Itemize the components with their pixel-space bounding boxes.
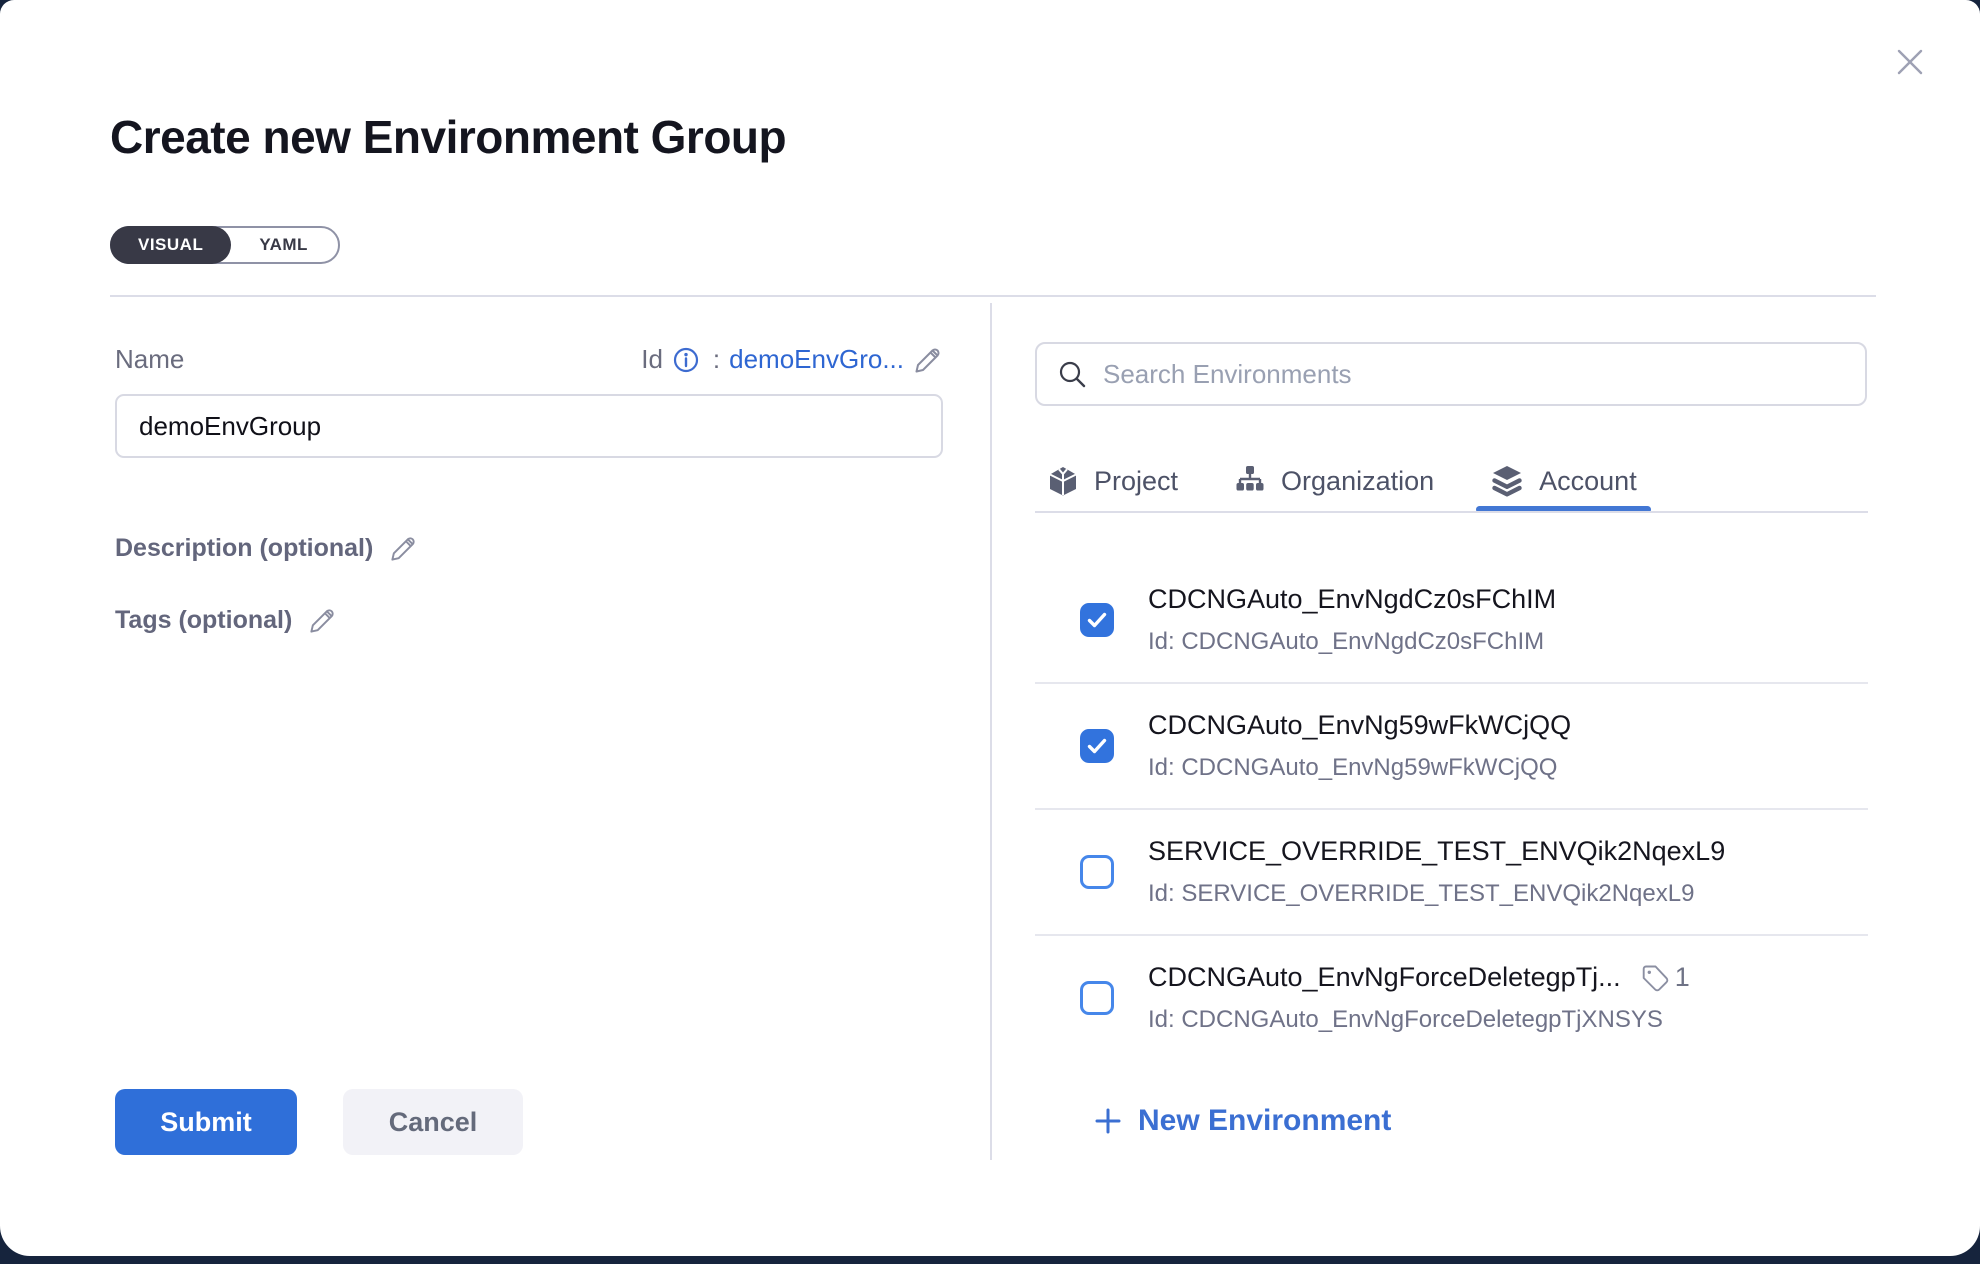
tab-organization-label: Organization — [1281, 466, 1434, 497]
panel-divider — [990, 303, 992, 1160]
name-label: Name — [115, 344, 184, 375]
environment-checkbox[interactable] — [1080, 981, 1114, 1015]
tags-section: Tags (optional) — [115, 606, 337, 635]
layers-icon — [1490, 464, 1524, 498]
tags-label: Tags (optional) — [115, 606, 292, 635]
tag-count: 1 — [1675, 962, 1690, 993]
close-button[interactable] — [1886, 38, 1934, 86]
environment-id: Id: CDCNGAuto_EnvNgForceDeletegpTjXNSYS — [1148, 1006, 1690, 1034]
environment-id: Id: CDCNGAuto_EnvNg59wFkWCjQQ — [1148, 754, 1571, 782]
environment-list: CDCNGAuto_EnvNgdCz0sFChIM Id: CDCNGAuto_… — [1035, 514, 1868, 1048]
environment-search — [1035, 342, 1867, 406]
environment-name: CDCNGAuto_EnvNgForceDeletegpTj... — [1148, 962, 1621, 993]
environment-info: CDCNGAuto_EnvNgForceDeletegpTj... 1 Id: … — [1148, 962, 1690, 1034]
yaml-tab[interactable]: YAML — [229, 228, 338, 262]
tag-count-badge: 1 — [1641, 962, 1690, 993]
id-label: Id — [641, 344, 663, 375]
tab-account[interactable]: Account — [1490, 448, 1637, 514]
tab-project[interactable]: Project — [1047, 448, 1178, 514]
info-icon[interactable] — [672, 346, 700, 374]
new-environment-button[interactable]: New Environment — [1093, 1104, 1391, 1138]
environment-name: CDCNGAuto_EnvNgdCz0sFChIM — [1148, 584, 1556, 615]
environment-info: SERVICE_OVERRIDE_TEST_ENVQik2NqexL9 Id: … — [1148, 836, 1725, 908]
submit-button[interactable]: Submit — [115, 1089, 297, 1155]
page-title: Create new Environment Group — [110, 110, 786, 164]
header-divider — [110, 295, 1876, 297]
environment-row[interactable]: CDCNGAuto_EnvNg59wFkWCjQQ Id: CDCNGAuto_… — [1035, 684, 1868, 810]
description-section: Description (optional) — [115, 534, 418, 563]
environment-id: Id: SERVICE_OVERRIDE_TEST_ENVQik2NqexL9 — [1148, 880, 1725, 908]
id-value-link[interactable]: demoEnvGro... — [729, 344, 904, 375]
environment-name: CDCNGAuto_EnvNg59wFkWCjQQ — [1148, 710, 1571, 741]
environment-name: SERVICE_OVERRIDE_TEST_ENVQik2NqexL9 — [1148, 836, 1725, 867]
environment-row[interactable]: CDCNGAuto_EnvNgForceDeletegpTj... 1 Id: … — [1035, 936, 1868, 1048]
plus-icon — [1093, 1106, 1123, 1136]
close-icon — [1892, 44, 1928, 80]
environment-info: CDCNGAuto_EnvNg59wFkWCjQQ Id: CDCNGAuto_… — [1148, 710, 1571, 782]
tab-account-label: Account — [1539, 466, 1637, 497]
environment-checkbox[interactable] — [1080, 855, 1114, 889]
description-label: Description (optional) — [115, 534, 373, 563]
environment-id: Id: CDCNGAuto_EnvNgdCz0sFChIM — [1148, 628, 1556, 656]
org-chart-icon — [1234, 465, 1266, 497]
environment-checkbox[interactable] — [1080, 729, 1114, 763]
new-environment-label: New Environment — [1138, 1104, 1391, 1138]
edit-tags-pencil-icon[interactable] — [308, 606, 337, 635]
entity-id-row: Id : demoEnvGro... — [641, 344, 943, 375]
environment-row[interactable]: CDCNGAuto_EnvNgdCz0sFChIM Id: CDCNGAuto_… — [1035, 514, 1868, 684]
environment-checkbox[interactable] — [1080, 603, 1114, 637]
tab-project-label: Project — [1094, 466, 1178, 497]
cancel-button[interactable]: Cancel — [343, 1089, 523, 1155]
visual-tab[interactable]: VISUAL — [110, 226, 231, 264]
scope-tabs: Project Organization Account — [1035, 448, 1868, 514]
edit-description-pencil-icon[interactable] — [389, 534, 418, 563]
tabs-divider — [1035, 511, 1868, 513]
search-icon — [1057, 359, 1087, 389]
create-environment-group-modal: Create new Environment Group VISUAL YAML… — [0, 0, 1980, 1256]
search-environments-input[interactable] — [1103, 359, 1845, 390]
tag-icon — [1641, 964, 1669, 992]
name-input[interactable] — [115, 394, 943, 458]
environment-row[interactable]: SERVICE_OVERRIDE_TEST_ENVQik2NqexL9 Id: … — [1035, 810, 1868, 936]
cube-icon — [1047, 465, 1079, 497]
edit-id-pencil-icon[interactable] — [913, 345, 943, 375]
visual-yaml-toggle: VISUAL YAML — [110, 226, 340, 264]
tab-organization[interactable]: Organization — [1234, 448, 1434, 514]
environment-info: CDCNGAuto_EnvNgdCz0sFChIM Id: CDCNGAuto_… — [1148, 584, 1556, 656]
id-separator: : — [713, 344, 720, 375]
